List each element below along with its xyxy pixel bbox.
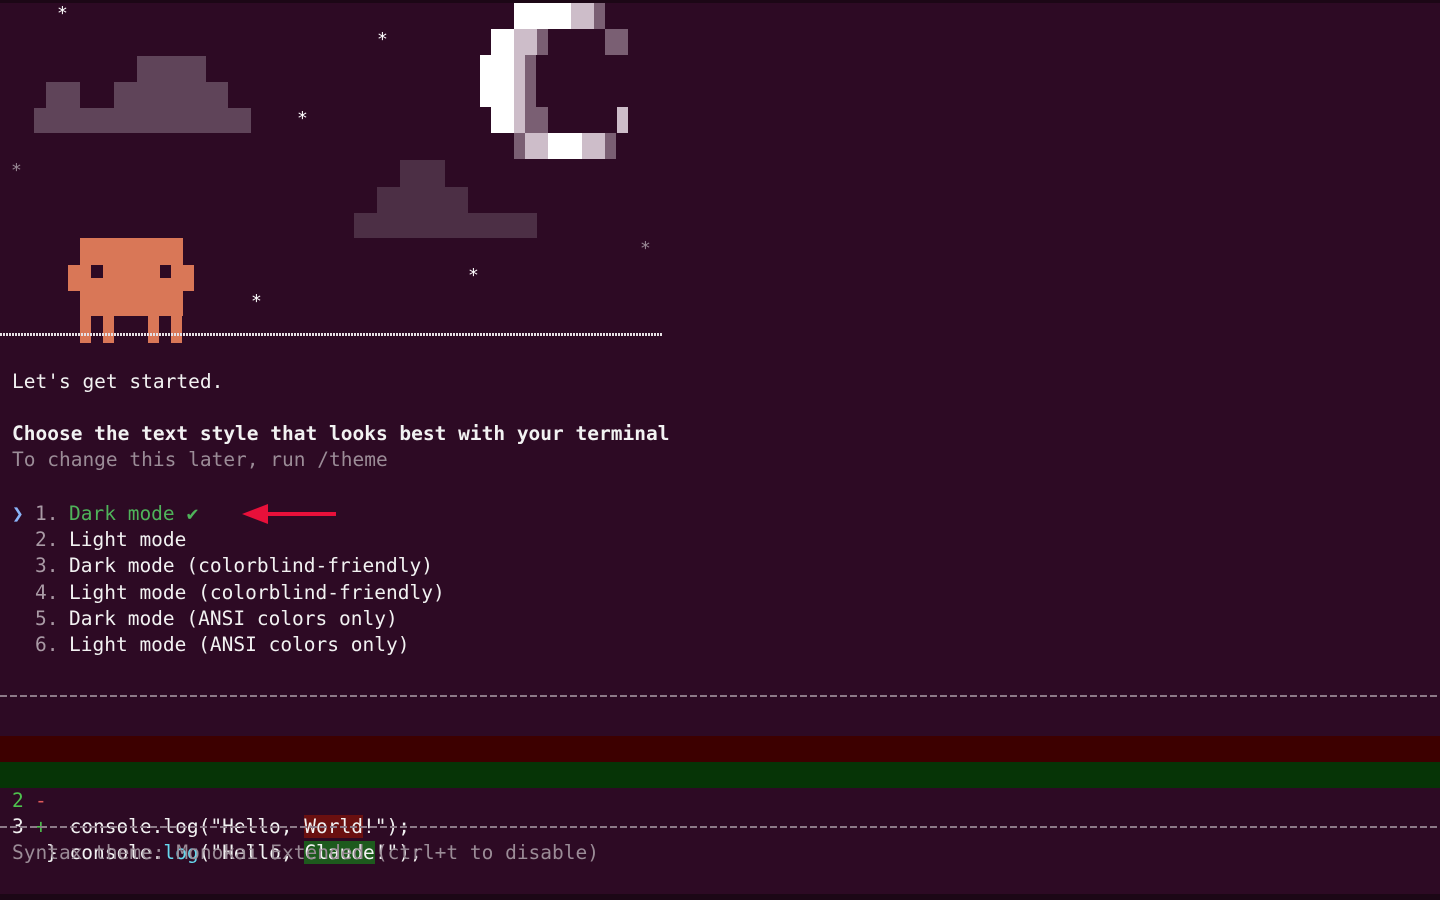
ground-line xyxy=(0,333,662,336)
theme-option-light-ansi[interactable]: 6. Light mode (ANSI colors only) xyxy=(12,632,445,658)
theme-option-dark-ansi[interactable]: 5. Dark mode (ANSI colors only) xyxy=(12,606,445,632)
option-number: 2. xyxy=(35,528,59,552)
option-label: Dark mode (ANSI colors only) xyxy=(69,606,398,630)
theme-option-dark-mode[interactable]: ❯ 1. Dark mode ✔ xyxy=(12,501,445,527)
diff-line-added: 2 + console.log("Hello, Claude!"); xyxy=(0,762,1440,864)
pointer-arrow-icon xyxy=(242,504,336,524)
syntax-preview: 1 function greet() { 2 - console.log("He… xyxy=(0,710,1440,864)
theme-prompt-heading: Choose the text style that looks best wi… xyxy=(12,422,670,445)
theme-hint-text: To change this later, run /theme xyxy=(12,448,388,471)
mascot-icon xyxy=(68,238,194,343)
theme-option-light-colorblind[interactable]: 4. Light mode (colorblind-friendly) xyxy=(12,580,445,606)
option-number: 3. xyxy=(35,554,59,578)
theme-option-light-mode[interactable]: 2. Light mode xyxy=(12,527,445,553)
diff-line-context: 3 } xyxy=(0,788,1440,864)
option-number: 4. xyxy=(35,580,59,604)
option-label: Light mode (colorblind-friendly) xyxy=(69,580,445,604)
star-icon: * xyxy=(11,160,22,181)
option-label: Dark mode xyxy=(69,502,175,525)
option-number: 6. xyxy=(35,632,59,656)
bottom-edge xyxy=(0,894,1440,900)
theme-menu: ❯ 1. Dark mode ✔ 2. Light mode 3. Dark m… xyxy=(12,501,445,658)
star-icon: * xyxy=(297,108,308,129)
greeting-text: Let's get started. xyxy=(12,370,224,393)
preview-divider-bottom xyxy=(0,826,1440,828)
checkmark-icon: ✔ xyxy=(186,502,199,525)
cloud-left-icon xyxy=(34,56,251,133)
selection-cursor-icon: ❯ xyxy=(12,502,24,525)
pixel-art-scene xyxy=(34,3,628,343)
option-label: Dark mode (colorblind-friendly) xyxy=(69,554,433,578)
option-label: Light mode xyxy=(69,528,187,552)
star-icon: * xyxy=(640,238,651,259)
option-number: 1. xyxy=(35,502,59,525)
diff-line-context: 1 function greet() { xyxy=(0,710,1440,786)
star-icon: * xyxy=(377,29,388,50)
option-number: 5. xyxy=(35,606,59,630)
theme-option-dark-colorblind[interactable]: 3. Dark mode (colorblind-friendly) xyxy=(12,553,445,579)
star-icon: * xyxy=(57,3,68,24)
star-icon: * xyxy=(251,291,262,312)
syntax-theme-status: Syntax theme: Monokai Extended (ctrl+t t… xyxy=(12,841,599,864)
preview-divider-top xyxy=(0,695,1440,697)
welcome-illustration: * * * * * * * xyxy=(0,0,670,345)
star-icon: * xyxy=(468,265,479,286)
cloud-middle-icon xyxy=(354,160,537,238)
option-label: Light mode (ANSI colors only) xyxy=(69,632,410,656)
moon-icon xyxy=(480,3,628,159)
diff-line-removed: 2 - console.log("Hello, World!"); xyxy=(0,736,1440,838)
